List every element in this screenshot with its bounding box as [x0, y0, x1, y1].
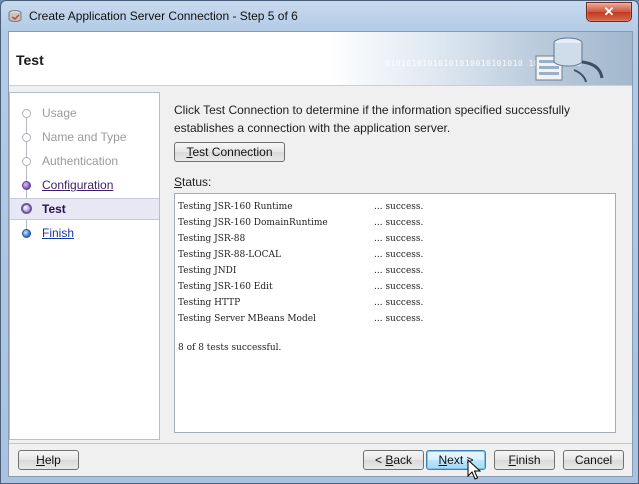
title-bar[interactable]: Create Application Server Connection - S…: [1, 1, 638, 31]
header-banner: 01010101010101010010101010 1010101010: [329, 32, 632, 85]
server-connection-icon: [535, 37, 604, 83]
status-label: Status:: [174, 175, 212, 189]
current-step-marker-icon: [21, 203, 32, 214]
step-marker-icon: [22, 229, 31, 238]
step-marker-icon: [22, 181, 31, 190]
step-marker-icon: [22, 109, 31, 118]
footer-separator: [9, 443, 632, 444]
status-output[interactable]: Testing JSR-160 Runtime... success. Test…: [174, 193, 616, 433]
window-title: Create Application Server Connection - S…: [29, 9, 298, 23]
step-label: Configuration: [42, 178, 114, 192]
step-configuration[interactable]: Configuration: [10, 175, 159, 195]
step-label: Test: [42, 202, 66, 216]
step-marker-icon: [22, 133, 31, 142]
mouse-cursor-icon: [467, 459, 481, 480]
test-results-list: Testing JSR-160 Runtime... success. Test…: [178, 199, 598, 327]
result-row: Testing JSR-160 Edit... success.: [178, 282, 424, 292]
result-row: Testing Server MBeans Model... success.: [178, 314, 424, 324]
result-row: Testing JNDI... success.: [178, 266, 424, 276]
step-label: Usage: [42, 106, 77, 120]
result-row: Testing JSR-160 DomainRuntime... success…: [178, 218, 424, 228]
result-row: Testing HTTP... success.: [178, 298, 424, 308]
step-description: Click Test Connection to determine if th…: [174, 103, 570, 135]
step-label: Authentication: [42, 154, 119, 168]
help-button[interactable]: Help: [18, 450, 79, 470]
close-button[interactable]: ✕: [586, 2, 632, 22]
step-label: Finish: [42, 226, 75, 240]
back-button[interactable]: < Back: [363, 450, 424, 470]
step-marker-icon: [22, 157, 31, 166]
step-header: Test 01010101010101010010101010 10101010…: [9, 32, 632, 86]
close-icon: ✕: [603, 4, 615, 19]
finish-button[interactable]: Finish: [494, 450, 555, 470]
test-connection-button[interactable]: Test Connection: [174, 142, 285, 162]
result-row: Testing JSR-160 Runtime... success.: [178, 202, 424, 212]
step-authentication[interactable]: Authentication: [10, 151, 159, 171]
cancel-button[interactable]: Cancel: [563, 450, 624, 470]
test-summary: 8 of 8 tests successful.: [178, 343, 282, 353]
step-label: Name and Type: [42, 130, 127, 144]
page-title: Test: [16, 52, 44, 68]
wizard-window: Create Application Server Connection - S…: [0, 0, 639, 484]
result-row: Testing JSR-88-LOCAL... success.: [178, 250, 424, 260]
app-server-icon: [8, 10, 22, 22]
step-test[interactable]: Test: [10, 198, 159, 220]
wizard-steps-panel: Usage Name and Type Authentication Confi…: [9, 92, 160, 440]
dialog-body: Test 01010101010101010010101010 10101010…: [8, 31, 633, 477]
step-finish[interactable]: Finish: [10, 223, 159, 243]
result-row: Testing JSR-88... success.: [178, 234, 424, 244]
step-usage[interactable]: Usage: [10, 103, 159, 123]
step-name-and-type[interactable]: Name and Type: [10, 127, 159, 147]
